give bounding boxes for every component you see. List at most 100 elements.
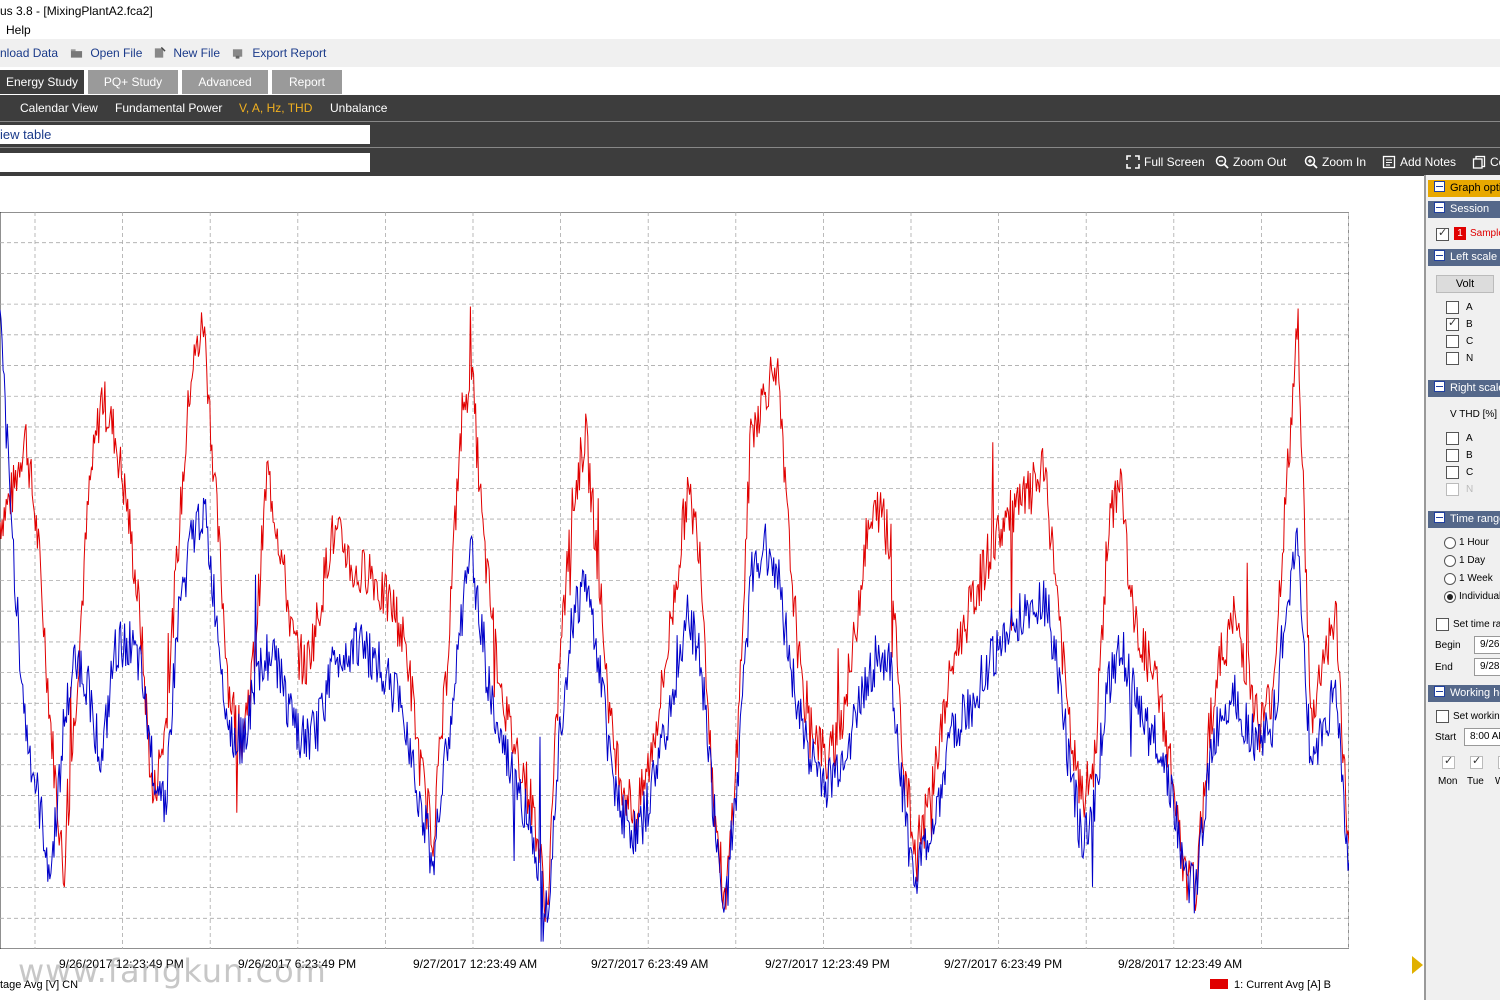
session-title: Session [1450,203,1490,215]
time-series-chart[interactable] [0,212,1349,949]
tab-report[interactable]: Report [272,70,342,94]
session-header[interactable]: Session [1428,201,1500,218]
export-icon [232,49,243,59]
right-scale-title: Right scale o [1450,382,1500,394]
full-screen-button[interactable]: Full Screen [1126,153,1205,171]
copy-icon [1472,155,1486,169]
time-range-1-day-label: 1 Day [1459,555,1486,566]
end-date-field[interactable]: 9/28 [1474,658,1500,676]
graph-options-title: Graph options [1450,182,1500,194]
study-tabs: Energy Study PQ+ Study Advanced Report [0,67,1500,97]
subnav-calendar-view[interactable]: Calendar View [20,95,98,121]
selection-field[interactable] [0,153,370,172]
zoom-in-button[interactable]: Zoom In [1304,153,1366,171]
main-toolbar: nload Data Open File New File Export Rep… [0,39,1500,68]
export-report-label: Export Report [252,46,327,60]
wednesday-label: W [1495,776,1500,787]
collapse-icon [1434,202,1445,213]
subnav-unbalance[interactable]: Unbalance [330,95,387,121]
tab-pq-study[interactable]: PQ+ Study [88,70,178,94]
left-scale-b-checkbox[interactable] [1446,316,1459,331]
time-range-individual-radio[interactable] [1444,591,1456,603]
start-time-field[interactable]: 8:00 AM [1464,728,1500,746]
zoom-in-icon [1304,155,1318,169]
start-label: Start [1435,732,1457,743]
set-time-range-label: Set time ra [1453,619,1500,630]
add-notes-label: Add Notes [1400,155,1457,169]
left-scale-column-header: Volt [1436,275,1494,293]
right-scale-a-label: A [1466,433,1473,444]
time-range-1-day-radio[interactable] [1444,555,1456,567]
set-time-range-checkbox[interactable] [1436,618,1449,631]
set-working-hours-checkbox[interactable] [1436,710,1449,723]
x-tick-label: 9/27/2017 12:23:49 PM [765,957,890,971]
add-notes-button[interactable]: Add Notes [1382,153,1456,171]
new-file-label: New File [173,46,221,60]
right-scale-header[interactable]: Right scale o [1428,380,1500,397]
time-range-1-hour-radio[interactable] [1444,537,1456,549]
monday-checkbox [1442,754,1455,769]
zoom-out-label: Zoom Out [1233,155,1287,169]
collapse-icon [1434,181,1445,192]
legend-current: 1: Current Avg [A] B [1210,979,1331,991]
left-scale-b-label: B [1466,319,1473,330]
left-scale-header[interactable]: Left scale op [1428,249,1500,266]
notes-icon [1382,155,1396,169]
new-file-button[interactable]: New File [153,44,220,62]
x-tick-label: 9/27/2017 6:23:49 AM [591,957,709,971]
download-data-label: nload Data [0,46,59,60]
open-file-button[interactable]: Open File [70,44,142,62]
legend-voltage: tage Avg [V] CN [0,979,79,991]
download-data-button[interactable]: nload Data [0,44,58,62]
full-screen-icon [1126,155,1140,169]
end-label: End [1435,662,1453,673]
left-scale-n-checkbox[interactable] [1446,352,1459,365]
right-scale-b-checkbox[interactable] [1446,449,1459,462]
zoom-out-button[interactable]: Zoom Out [1215,153,1286,171]
right-scale-column-header: V THD [%] [1450,409,1498,420]
left-scale-c-label: C [1466,336,1474,347]
left-scale-a-label: A [1466,302,1473,313]
right-scale-a-checkbox[interactable] [1446,432,1459,445]
collapse-icon [1434,381,1445,392]
x-tick-label: 9/27/2017 12:23:49 AM [413,957,538,971]
tuesday-checkbox [1470,754,1483,769]
left-scale-n-label: N [1466,353,1474,364]
tuesday-label: Tue [1467,776,1484,787]
begin-date-field[interactable]: 9/26 [1474,636,1500,654]
working-hours-title: Working hou [1450,687,1500,699]
right-scale-n-checkbox [1446,483,1459,496]
left-scale-a-checkbox[interactable] [1446,301,1459,314]
subnav-fundamental-power[interactable]: Fundamental Power [115,95,222,121]
begin-label: Begin [1435,640,1461,651]
session-checkbox[interactable] [1436,226,1449,241]
right-scale-c-checkbox[interactable] [1446,466,1459,479]
sub-navigation: Calendar View Fundamental Power V, A, Hz… [0,95,1500,121]
zoom-out-icon [1215,155,1229,169]
right-scale-n-label: N [1466,484,1474,495]
view-table-bar: iew table [0,121,1500,148]
x-tick-label: 9/28/2017 12:23:49 AM [1118,957,1243,971]
right-scale-b-label: B [1466,450,1473,461]
working-hours-header[interactable]: Working hou [1428,685,1500,702]
graph-options-header[interactable]: Graph options [1428,180,1500,197]
open-file-label: Open File [90,46,143,60]
collapse-icon [1434,512,1445,523]
left-scale-c-checkbox[interactable] [1446,335,1459,348]
subnav-v-a-hz-thd[interactable]: V, A, Hz, THD [239,95,312,121]
tab-energy-study[interactable]: Energy Study [0,70,84,94]
left-scale-title: Left scale op [1450,251,1500,263]
session-badge: 1 [1454,227,1466,240]
tab-advanced[interactable]: Advanced [182,70,268,94]
menu-help[interactable]: Help [6,23,31,37]
session-item-label: Sample [1470,228,1500,239]
new-file-icon [154,47,166,58]
expand-panel-arrow-icon[interactable] [1412,956,1423,974]
monday-label: Mon [1438,776,1458,787]
export-report-button[interactable]: Export Report [232,44,326,62]
copy-button[interactable]: Co [1472,153,1500,171]
collapse-icon [1434,250,1445,261]
time-range-header[interactable]: Time range [1428,511,1500,528]
view-table-link[interactable]: iew table [0,125,370,144]
time-range-1-week-radio[interactable] [1444,573,1456,585]
